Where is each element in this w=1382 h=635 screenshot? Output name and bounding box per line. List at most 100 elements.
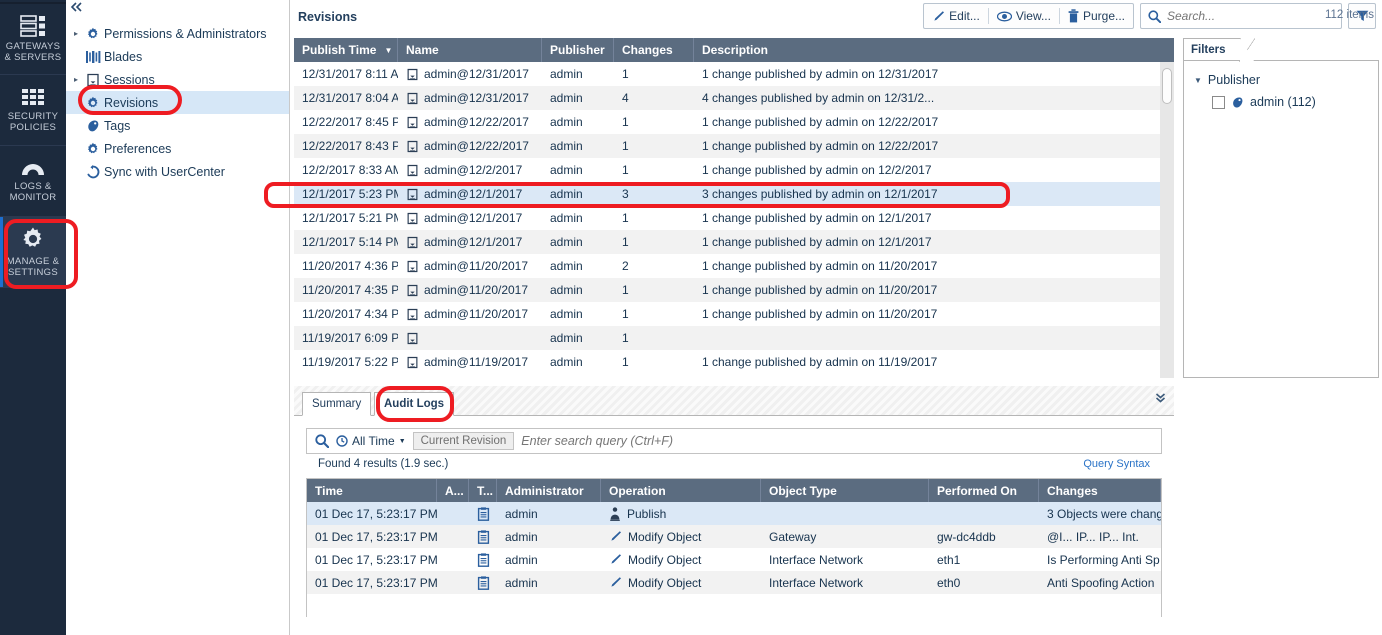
cell-time: 01 Dec 17, 5:23:17 PM [315, 506, 437, 521]
gear-icon [86, 96, 104, 110]
application-window: GATEWAYS & SERVERS SECURITY POLICIES LOG… [0, 0, 1382, 635]
column-header-changes[interactable]: Changes [614, 38, 694, 62]
column-header-object-type[interactable]: Object Type [761, 479, 929, 502]
cell-name: admin@12/2/2017 [398, 163, 542, 177]
nav-item-gateways-and-servers[interactable]: GATEWAYS & SERVERS [0, 4, 66, 75]
search-icon[interactable] [315, 434, 329, 448]
purge-button-label: Purge... [1082, 9, 1125, 23]
revisions-table-row[interactable]: 11/20/2017 4:34 PM admin@11/20/2017 admin 1… [294, 302, 1174, 326]
chevron-down-icon[interactable]: ▼ [1194, 76, 1202, 85]
nav-item-logs-and-monitor[interactable]: LOGS & MONITOR [0, 146, 66, 217]
details-tabstrip: Summary Audit Logs [294, 386, 1174, 416]
time-range-selector[interactable]: All Time ▼ [336, 434, 406, 448]
column-header-time[interactable]: Time [307, 479, 437, 502]
revisions-table-row[interactable]: 12/1/2017 5:14 PM admin@12/1/2017 admin 1 1 … [294, 230, 1174, 254]
revisions-table-row[interactable]: 11/20/2017 4:35 PM admin@11/20/2017 admin 1… [294, 278, 1174, 302]
audit-table-row[interactable]: 01 Dec 17, 5:23:17 PM admin Modify Object G… [307, 525, 1161, 548]
tree-label: Revisions [104, 95, 159, 110]
column-header-operation[interactable]: Operation [601, 479, 761, 502]
audit-search-input[interactable]: Enter search query (Ctrl+F) [521, 434, 1157, 448]
revision-icon [406, 308, 419, 321]
view-button[interactable]: View... [989, 4, 1059, 28]
column-header-changes[interactable]: Changes [1039, 479, 1161, 502]
tree-item-blades[interactable]: Blades [66, 45, 289, 68]
column-header-publish-time[interactable]: Publish Time ▼ [294, 38, 398, 62]
cell-changes: 1 [622, 163, 629, 177]
revisions-table-row[interactable]: 12/31/2017 8:04 AM admin@12/31/2017 admin 4… [294, 86, 1174, 110]
cell-name-label: admin@12/1/2017 [424, 187, 523, 201]
chevron-double-down-icon[interactable] [1155, 392, 1166, 403]
cell-name-label: admin@12/1/2017 [424, 235, 523, 249]
cell-publish-time: 11/20/2017 4:35 PM [302, 283, 398, 297]
column-label: Changes [622, 43, 673, 57]
cell-name-label: admin@12/31/2017 [424, 91, 529, 105]
audit-table-row[interactable]: 01 Dec 17, 5:23:17 PM admin Modify Object I… [307, 548, 1161, 571]
filter-group-publisher[interactable]: ▼ Publisher [1194, 73, 1368, 87]
tree-item-revisions[interactable]: Revisions [66, 91, 289, 114]
filters-tab-label: Filters [1191, 43, 1226, 56]
column-header-publisher[interactable]: Publisher [542, 38, 614, 62]
nav-item-security-policies[interactable]: SECURITY POLICIES [0, 75, 66, 146]
current-revision-chip[interactable]: Current Revision [412, 432, 515, 450]
details-panel: Summary Audit Logs All Time ▼ Current Re… [294, 386, 1174, 635]
cell-description: 1 change published by admin on 12/1/2017 [702, 235, 932, 249]
expand-arrow-icon[interactable]: ▸ [74, 29, 86, 38]
revisions-table-row[interactable]: 11/20/2017 4:36 PM admin@11/20/2017 admin 2… [294, 254, 1174, 278]
cell-changes: 2 [622, 259, 629, 273]
revisions-table-row[interactable]: 12/1/2017 5:21 PM admin@12/1/2017 admin 1 1 … [294, 206, 1174, 230]
tab-filters[interactable]: Filters [1183, 38, 1255, 62]
tree-item-preferences[interactable]: Preferences [66, 137, 289, 160]
audit-query-row: All Time ▼ Current Revision Enter search… [306, 428, 1162, 454]
revisions-table-row[interactable]: 12/22/2017 8:45 PM admin@12/22/2017 admin 1… [294, 110, 1174, 134]
revisions-table-row[interactable]: 12/1/2017 5:23 PM admin@12/1/2017 admin 3 3 … [294, 182, 1174, 206]
expand-arrow-icon[interactable]: ▸ [74, 75, 86, 84]
revisions-table-row[interactable]: 12/31/2017 8:11 AM admin@12/31/2017 admin 1… [294, 62, 1174, 86]
column-header-t[interactable]: T... [469, 479, 497, 502]
tree-label: Permissions & Administrators [104, 26, 267, 41]
purge-button[interactable]: Purge... [1060, 4, 1133, 28]
column-header-performed-on[interactable]: Performed On [929, 479, 1039, 502]
tree-item-sessions[interactable]: ▸ Sessions [66, 68, 289, 91]
collapse-sidebar-button[interactable] [70, 2, 84, 12]
filter-item-admin[interactable]: admin (112) [1212, 95, 1368, 109]
cell-name: admin@12/22/2017 [398, 115, 542, 129]
view-button-label: View... [1015, 9, 1051, 23]
tab-summary[interactable]: Summary [302, 392, 372, 416]
cell-publisher: admin [550, 355, 583, 369]
tab-audit-logs[interactable]: Audit Logs [374, 392, 455, 416]
cell-publish-time: 12/31/2017 8:04 AM [302, 91, 398, 105]
audit-table-row[interactable]: 01 Dec 17, 5:23:17 PM admin Publish 3 Objec… [307, 502, 1161, 525]
query-syntax-link[interactable]: Query Syntax [1083, 458, 1150, 470]
nav-item-manage-and-settings[interactable]: MANAGE & SETTINGS [0, 217, 66, 288]
tree-item-permissions-and-administrators[interactable]: ▸ Permissions & Administrators [66, 22, 289, 45]
audit-query-bar: All Time ▼ Current Revision Enter search… [294, 416, 1174, 470]
column-header-name[interactable]: Name [398, 38, 542, 62]
column-label: T... [477, 483, 494, 498]
cell-name-label: admin@12/1/2017 [424, 211, 523, 225]
revisions-grid-scrollbar[interactable] [1160, 62, 1174, 378]
scrollbar-thumb[interactable] [1162, 68, 1172, 104]
search-input[interactable]: Search... [1140, 3, 1342, 29]
audit-table-row[interactable]: 01 Dec 17, 5:23:17 PM admin Modify Object I… [307, 571, 1161, 594]
revisions-table-row[interactable]: 11/19/2017 6:09 PM admin 1 [294, 326, 1174, 350]
tree-item-sync-with-usercenter[interactable]: Sync with UserCenter [66, 160, 289, 183]
sync-icon [86, 164, 104, 179]
tree-label: Preferences [104, 141, 172, 156]
clipboard-icon [477, 506, 490, 521]
revisions-table-row[interactable]: 12/22/2017 8:43 PM admin@12/22/2017 admin 1… [294, 134, 1174, 158]
cell-name: admin@11/20/2017 [398, 283, 542, 297]
edit-button[interactable]: Edit... [924, 4, 988, 28]
column-header-administrator[interactable]: Administrator [497, 479, 601, 502]
filter-checkbox[interactable] [1212, 95, 1225, 109]
cell-changes: 1 [622, 67, 629, 81]
tree-item-tags[interactable]: Tags [66, 114, 289, 137]
revisions-table-row[interactable]: 11/19/2017 5:22 PM admin@11/19/2017 admin 1… [294, 350, 1174, 374]
column-header-a[interactable]: A... [437, 479, 469, 502]
cell-publish-time: 12/1/2017 5:21 PM [302, 211, 398, 225]
column-header-description[interactable]: Description [694, 38, 1174, 62]
items-count-label: 112 items [1324, 9, 1374, 21]
cell-description: 4 changes published by admin on 12/31/2.… [702, 91, 935, 105]
revisions-table-row[interactable]: 12/2/2017 8:33 AM admin@12/2/2017 admin 1 1 … [294, 158, 1174, 182]
tab-edge-decoration [1239, 38, 1255, 62]
cell-administrator: admin [505, 575, 538, 590]
